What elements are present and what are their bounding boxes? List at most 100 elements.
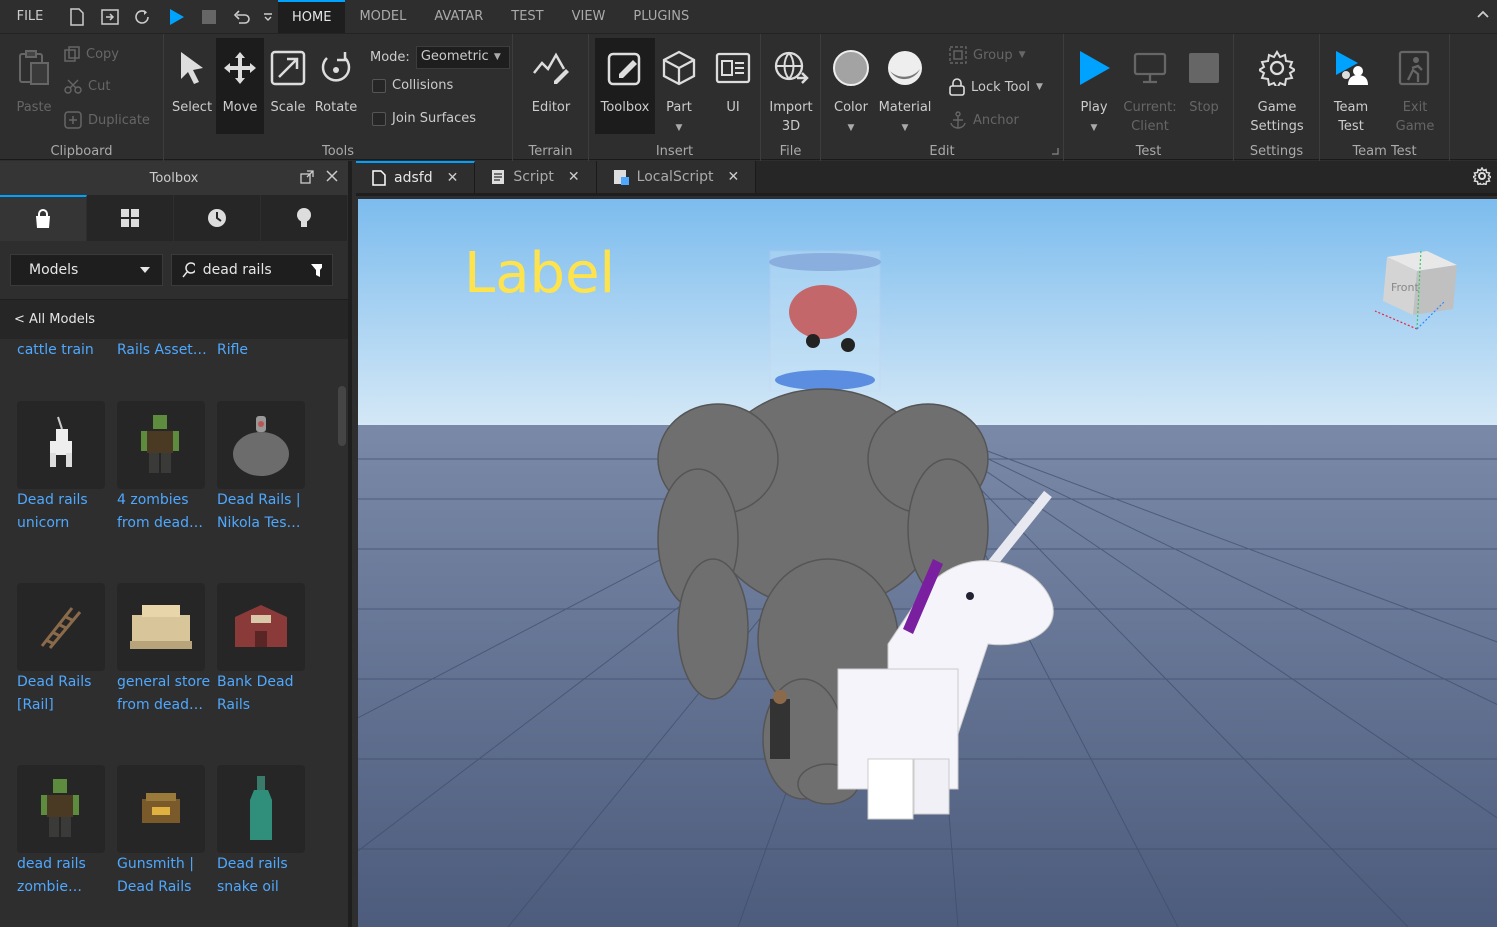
lock-tool-dropdown-caret-icon[interactable]: ▼: [1036, 82, 1043, 92]
play-icon[interactable]: [159, 0, 192, 33]
join-surfaces-toggle[interactable]: Join Surfaces: [372, 111, 476, 126]
group-dropdown-caret-icon[interactable]: ▼: [1019, 50, 1026, 60]
select-button[interactable]: Select: [168, 38, 216, 134]
move-button[interactable]: Move: [216, 38, 264, 134]
anchor-button[interactable]: Anchor: [949, 111, 1019, 129]
close-tab-icon[interactable]: ✕: [728, 169, 740, 185]
import-3d-button[interactable]: Import 3D: [767, 38, 815, 134]
toolbox-panel: Toolbox Models dead rails < All Models c…: [0, 161, 352, 927]
gear-icon[interactable]: [1473, 167, 1491, 185]
tab-marketplace[interactable]: [0, 195, 87, 241]
close-tab-icon[interactable]: ✕: [447, 170, 459, 186]
list-item[interactable]: general store from dead…: [117, 583, 217, 717]
tab-localscript[interactable]: LocalScript ✕: [596, 161, 757, 193]
shopping-bag-icon: [36, 209, 50, 228]
category-dropdown[interactable]: Models: [10, 254, 163, 286]
brain-jar-model[interactable]: [769, 250, 881, 392]
settings-group-label: Settings: [1249, 144, 1304, 159]
copy-button[interactable]: Copy: [64, 46, 119, 62]
list-item[interactable]: Dead Rails [Rail]: [17, 583, 117, 717]
tab-test[interactable]: TEST: [497, 0, 557, 33]
scrollbar[interactable]: [338, 386, 346, 446]
new-file-icon[interactable]: [60, 0, 93, 33]
list-item[interactable]: 4 zombies from dead…: [117, 401, 217, 535]
list-item[interactable]: Rifle: [217, 339, 317, 362]
scale-button[interactable]: Scale: [264, 38, 312, 134]
grid-icon: [121, 209, 139, 227]
tab-recent[interactable]: [174, 195, 261, 241]
join-surfaces-checkbox[interactable]: [372, 111, 386, 126]
part-button[interactable]: Part ▼: [655, 38, 703, 134]
search-input[interactable]: [202, 262, 303, 278]
tab-plugins[interactable]: PLUGINS: [619, 0, 703, 33]
search-box[interactable]: [171, 254, 333, 286]
group-button[interactable]: Group ▼: [949, 46, 1026, 64]
insert-group: Toolbox Part ▼ UI Insert: [589, 34, 761, 161]
tab-creations[interactable]: [261, 195, 348, 241]
search-icon: [182, 262, 195, 278]
list-item[interactable]: cattle train: [17, 339, 117, 362]
viewcube-icon[interactable]: Front: [1367, 239, 1457, 339]
list-item[interactable]: Rails Asset…: [117, 339, 217, 362]
unicorn-thumb: [17, 401, 105, 489]
toolbox-button[interactable]: Toolbox: [595, 38, 655, 134]
current-client-button[interactable]: Current: Client: [1123, 38, 1177, 134]
play-dropdown-caret-icon[interactable]: ▼: [1091, 123, 1098, 133]
lock-tool-button[interactable]: Lock Tool ▼: [949, 78, 1043, 96]
duplicate-button[interactable]: Duplicate: [64, 111, 150, 129]
list-item[interactable]: Dead Rails | Nikola Tes…: [217, 401, 317, 535]
exit-game-button[interactable]: Exit Game: [1391, 38, 1439, 134]
edit-group-expand-icon[interactable]: [1051, 147, 1059, 155]
filter-icon[interactable]: [310, 263, 322, 277]
list-item[interactable]: Bank Dead Rails: [217, 583, 317, 717]
cut-button[interactable]: Cut: [64, 78, 110, 94]
rotate-button[interactable]: Rotate: [312, 38, 360, 134]
undock-icon[interactable]: [300, 170, 314, 184]
chevron-down-icon: ▼: [493, 51, 501, 62]
test-group-label: Test: [1135, 144, 1162, 159]
material-icon: [881, 38, 929, 98]
game-settings-button[interactable]: Game Settings: [1250, 38, 1304, 134]
tab-avatar[interactable]: AVATAR: [420, 0, 497, 33]
play-button[interactable]: Play ▼: [1070, 38, 1118, 134]
terrain-editor-button[interactable]: Editor: [527, 38, 575, 134]
close-icon[interactable]: [326, 170, 338, 182]
clipboard-group: Paste Copy Cut Duplicate Clipboard: [0, 34, 164, 161]
list-item[interactable]: Dead rails snake oil: [217, 765, 317, 899]
monster-thumb: [217, 401, 305, 489]
quick-access-chevron-icon[interactable]: [258, 0, 278, 33]
list-item[interactable]: dead rails zombie…: [17, 765, 117, 899]
stop-button[interactable]: Stop: [1180, 38, 1228, 134]
open-file-icon[interactable]: [93, 0, 126, 33]
collisions-checkbox[interactable]: [372, 78, 386, 93]
character-model[interactable]: [770, 690, 790, 759]
breadcrumb[interactable]: < All Models: [0, 299, 348, 339]
list-item[interactable]: Gunsmith | Dead Rails: [117, 765, 217, 899]
tab-script[interactable]: Script ✕: [475, 161, 597, 193]
collisions-toggle[interactable]: Collisions: [372, 78, 453, 93]
3d-viewport[interactable]: Label Front: [358, 199, 1497, 927]
ui-button[interactable]: UI: [709, 38, 757, 134]
collapse-ribbon-icon[interactable]: [1477, 8, 1489, 23]
tab-adsfd[interactable]: adsfd ✕: [356, 161, 476, 193]
paste-button[interactable]: Paste: [10, 38, 58, 134]
material-dropdown-caret-icon[interactable]: ▼: [902, 123, 909, 133]
material-button[interactable]: Material ▼: [879, 38, 931, 134]
tab-home[interactable]: HOME: [278, 0, 346, 33]
part-dropdown-caret-icon[interactable]: ▼: [676, 123, 683, 133]
color-dropdown-caret-icon[interactable]: ▼: [848, 123, 855, 133]
close-tab-icon[interactable]: ✕: [568, 169, 580, 185]
bank-thumb: [217, 583, 305, 671]
tab-inventory[interactable]: [87, 195, 174, 241]
team-test-button[interactable]: Team Test: [1327, 38, 1375, 134]
undo-icon[interactable]: [225, 0, 258, 33]
clock-icon: [208, 209, 226, 227]
tab-view[interactable]: VIEW: [558, 0, 620, 33]
mode-dropdown[interactable]: Geometric ▼: [415, 46, 510, 69]
color-button[interactable]: Color ▼: [827, 38, 875, 134]
tab-model[interactable]: MODEL: [345, 0, 420, 33]
file-menu[interactable]: FILE: [0, 9, 60, 24]
stop-icon[interactable]: [192, 0, 225, 33]
redo-icon[interactable]: [126, 0, 159, 33]
list-item[interactable]: Dead rails unicorn: [17, 401, 117, 535]
